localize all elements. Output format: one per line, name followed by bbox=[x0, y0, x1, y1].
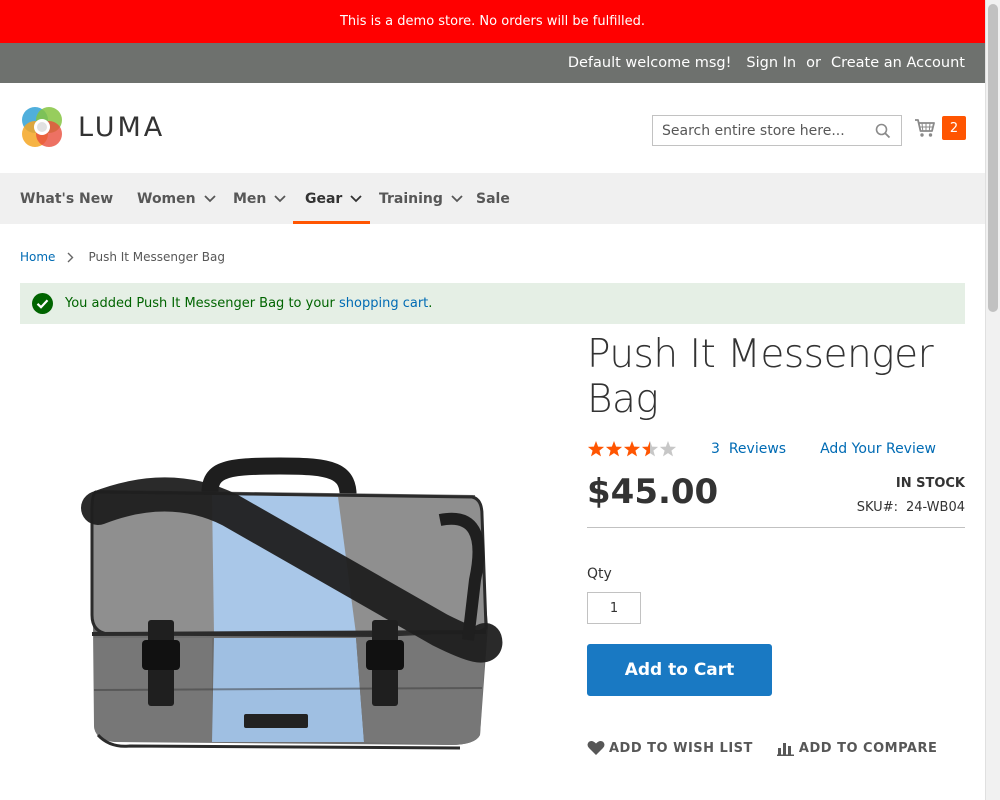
welcome-message: Default welcome msg! bbox=[567, 55, 732, 71]
product-info: Push It Messenger Bag 3 Reviews Add Your… bbox=[587, 332, 965, 756]
success-message-text: You added Push It Messenger Bag to your … bbox=[65, 296, 432, 311]
nav-item-label: Men bbox=[233, 190, 267, 207]
search-input[interactable] bbox=[653, 116, 863, 145]
divider bbox=[587, 527, 965, 528]
product-title: Push It Messenger Bag bbox=[587, 332, 965, 422]
page-scrollbar[interactable] bbox=[985, 0, 1000, 800]
rating-star-icon bbox=[587, 441, 605, 457]
site-header: LUMA 2 bbox=[0, 83, 985, 173]
sign-in-link[interactable]: Sign In bbox=[746, 55, 796, 71]
add-review-link[interactable]: Add Your Review bbox=[820, 441, 936, 457]
product-price: $45.00 bbox=[587, 472, 719, 512]
nav-item-women[interactable]: Women bbox=[137, 173, 216, 224]
add-to-wishlist-link[interactable]: ADD TO WISH LIST bbox=[587, 740, 753, 756]
heart-icon bbox=[587, 740, 605, 755]
breadcrumb-current: Push It Messenger Bag bbox=[88, 250, 225, 264]
sku-value: 24-WB04 bbox=[905, 500, 965, 515]
add-to-compare-link[interactable]: ADD TO COMPARE bbox=[776, 740, 938, 756]
product-social-actions: ADD TO WISH LIST ADD TO COMPARE bbox=[587, 740, 937, 756]
add-to-wishlist-label: ADD TO WISH LIST bbox=[609, 740, 753, 756]
stock-status: In stock bbox=[895, 476, 965, 491]
success-check-icon bbox=[32, 293, 53, 314]
product-reviews-summary: 3 Reviews Add Your Review bbox=[587, 440, 965, 458]
success-message: You added Push It Messenger Bag to your … bbox=[20, 283, 965, 324]
logo[interactable]: LUMA bbox=[20, 105, 165, 149]
nav-item-whats-new[interactable]: What's New bbox=[20, 173, 113, 224]
chevron-down-icon bbox=[274, 194, 287, 202]
demo-store-notice: This is a demo store. No orders will be … bbox=[339, 14, 646, 29]
nav-item-gear[interactable]: Gear bbox=[292, 173, 371, 224]
rating-stars-icon bbox=[587, 441, 677, 457]
nav-item-training[interactable]: Training bbox=[379, 173, 463, 224]
product-title-line2: Bag bbox=[587, 377, 659, 422]
reviews-label: Reviews bbox=[728, 441, 787, 457]
qty-input[interactable] bbox=[587, 592, 641, 624]
rating-star-icon bbox=[641, 441, 659, 457]
nav-item-label: Women bbox=[137, 190, 196, 207]
product-image bbox=[81, 457, 503, 750]
nav-item-label: Sale bbox=[476, 190, 510, 207]
luma-logo-icon bbox=[22, 107, 62, 147]
success-message-prefix: You added Push It Messenger Bag to your bbox=[65, 296, 339, 311]
product-sku: SKU#: 24-WB04 bbox=[857, 500, 965, 515]
main-navigation: What's New Women Men Gear Training Sale bbox=[0, 173, 985, 224]
minicart[interactable]: 2 bbox=[914, 116, 966, 140]
reviews-link[interactable]: 3 Reviews bbox=[711, 441, 786, 457]
or-separator: or bbox=[806, 55, 821, 71]
nav-item-label: Gear bbox=[305, 190, 343, 207]
add-to-compare-label: ADD TO COMPARE bbox=[798, 740, 938, 756]
shopping-cart-link[interactable]: shopping cart bbox=[339, 296, 428, 311]
breadcrumb: Home Push It Messenger Bag bbox=[20, 250, 225, 264]
rating-star-icon bbox=[659, 441, 677, 457]
create-account-link[interactable]: Create an Account bbox=[831, 55, 965, 71]
nav-item-label: What's New bbox=[20, 190, 114, 207]
logo-text: LUMA bbox=[78, 111, 166, 143]
reviews-count: 3 bbox=[711, 441, 720, 457]
success-message-suffix: . bbox=[428, 296, 433, 311]
chevron-right-icon bbox=[67, 252, 74, 262]
cart-count-badge: 2 bbox=[942, 116, 966, 140]
chevron-down-icon bbox=[451, 194, 463, 202]
nav-item-sale[interactable]: Sale bbox=[476, 173, 510, 224]
product-image-gallery[interactable] bbox=[20, 340, 560, 800]
cart-icon bbox=[915, 119, 935, 137]
search-icon[interactable] bbox=[875, 123, 891, 139]
add-to-cart-button[interactable]: Add to Cart bbox=[587, 644, 772, 696]
search-box bbox=[652, 115, 902, 146]
chevron-down-icon bbox=[203, 194, 216, 202]
scrollbar-thumb[interactable] bbox=[988, 4, 998, 312]
compare-chart-icon bbox=[776, 743, 794, 756]
rating-star-icon bbox=[605, 441, 623, 457]
rating-star-icon bbox=[623, 441, 641, 457]
product-title-line1: Push It Messenger bbox=[587, 332, 934, 377]
nav-item-men[interactable]: Men bbox=[233, 173, 287, 224]
breadcrumb-home-link[interactable]: Home bbox=[20, 250, 55, 264]
qty-label: Qty bbox=[587, 566, 612, 582]
sku-label: SKU#: bbox=[856, 500, 898, 515]
demo-store-banner: This is a demo store. No orders will be … bbox=[0, 0, 985, 43]
nav-item-label: Training bbox=[379, 190, 443, 207]
chevron-down-icon bbox=[350, 194, 362, 202]
panel-header: Default welcome msg! Sign In or Create a… bbox=[0, 43, 985, 83]
header-links: Default welcome msg! Sign In or Create a… bbox=[553, 43, 965, 83]
